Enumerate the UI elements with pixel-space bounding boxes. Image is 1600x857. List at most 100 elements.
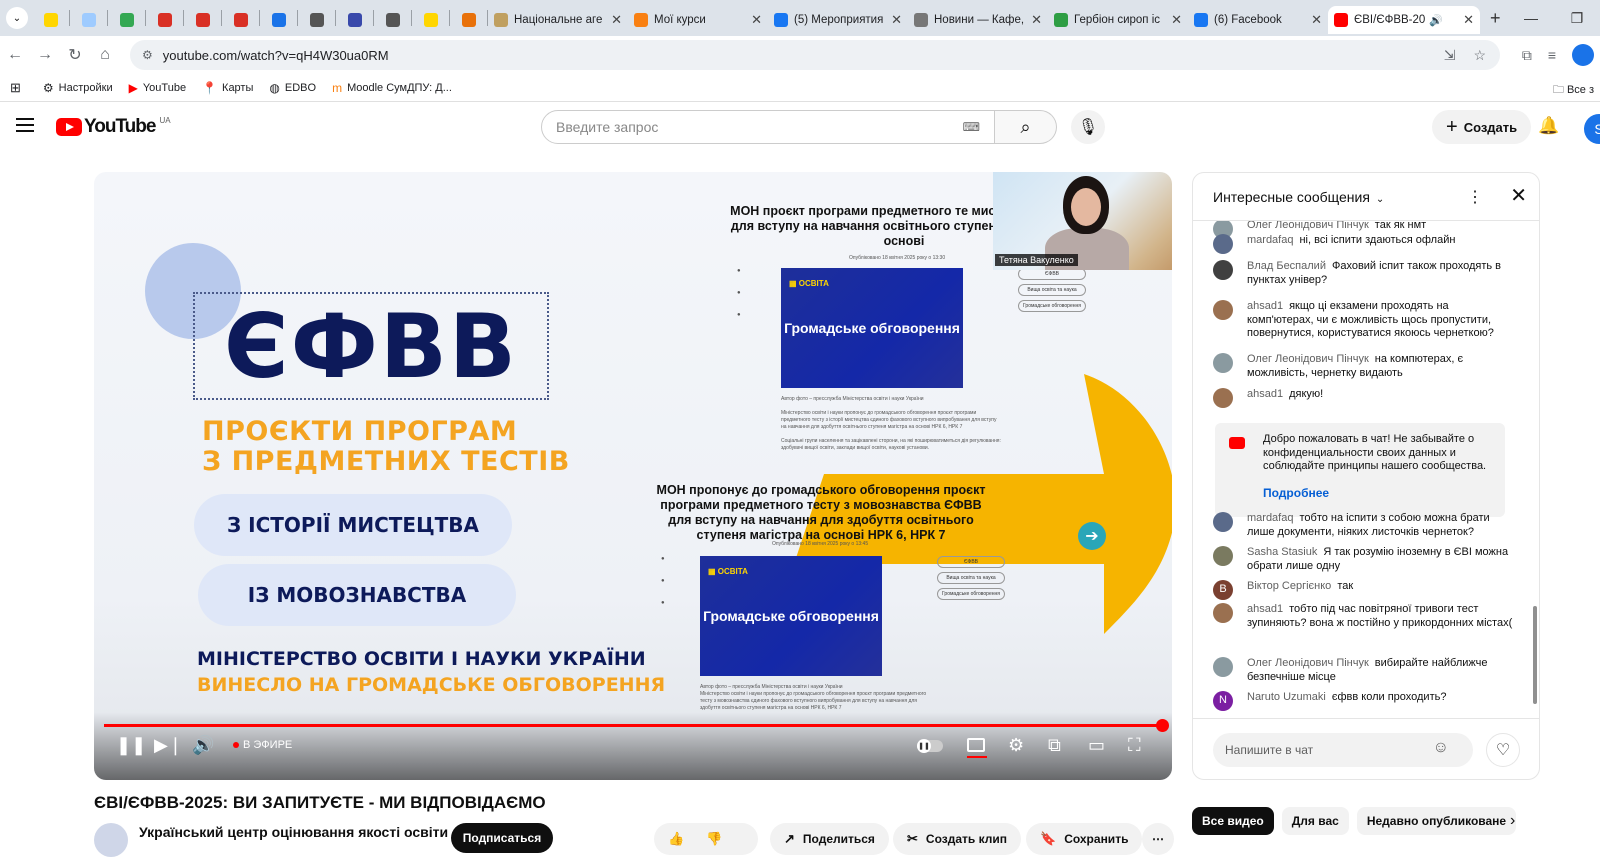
chat-author[interactable]: Naruto Uzumaki [1247,691,1326,703]
close-tab-icon[interactable]: ✕ [1459,12,1474,28]
subscribe-button[interactable]: Подписаться [451,823,553,853]
bookmark-item[interactable]: 📍 Карты [202,81,253,95]
share-button[interactable]: ↗ Поделиться [770,823,889,855]
avatar[interactable] [1213,260,1233,280]
new-tab-button[interactable]: + [1490,8,1501,29]
browser-tab[interactable]: (5) Мероприятия ✕ [768,6,908,34]
fullscreen-icon[interactable]: ⛶ [1128,733,1141,757]
subtitles-icon[interactable] [967,738,985,752]
browser-tab[interactable]: Гербіон сироп ic ✕ [1048,6,1188,34]
close-tab-icon[interactable]: ✕ [1307,12,1322,28]
browser-tab[interactable]: Мої курси ✕ [628,6,768,34]
filter-chip[interactable]: Для вас [1281,807,1349,835]
miniplayer-icon[interactable]: ⧉ [1048,733,1061,757]
avatar[interactable]: N [1213,691,1233,711]
chat-author[interactable]: Олег Леонідович Пінчук [1247,657,1369,669]
chat-author[interactable]: Віктор Сергієнко [1247,580,1331,592]
avatar[interactable] [1213,234,1233,254]
chevron-right-icon[interactable]: › [1510,812,1515,830]
avatar[interactable]: В [1213,580,1233,600]
profile-avatar[interactable] [1572,44,1594,66]
media-controls-icon[interactable]: ≡ [1548,47,1556,63]
browser-tab[interactable] [146,6,183,34]
avatar[interactable]: S [1584,114,1600,144]
avatar[interactable] [1213,353,1233,373]
autoplay-toggle[interactable]: ❚❚ [917,739,943,753]
pause-icon[interactable]: ❚❚ [116,733,146,757]
settings-gear-icon[interactable]: ⚙ [1008,733,1024,757]
chat-author[interactable]: ahsad1 [1247,603,1283,615]
address-bar[interactable]: ⚙ youtube.com/watch?v=qH4W30ua0RM ⇲ ☆ [130,40,1500,70]
browser-tab[interactable] [32,6,69,34]
install-app-icon[interactable]: ⇲ [1444,47,1456,64]
chat-author[interactable]: ahsad1 [1247,388,1283,400]
site-info-icon[interactable]: ⚙ [142,48,153,62]
browser-tab[interactable] [70,6,107,34]
create-button[interactable]: + Создать [1432,110,1532,144]
restore-icon[interactable]: ❐ [1554,10,1600,27]
menu-icon[interactable] [16,118,34,132]
avatar[interactable] [1213,388,1233,408]
close-tab-icon[interactable]: ✕ [1167,12,1182,28]
browser-tab[interactable] [298,6,335,34]
browser-tab[interactable] [412,6,449,34]
progress-scrubber[interactable] [1156,719,1169,732]
more-actions-icon[interactable]: ⋯ [1142,823,1174,855]
browser-tab[interactable] [374,6,411,34]
filter-chip[interactable]: Все видео [1192,807,1274,835]
chat-author[interactable]: Sasha Stasiuk [1247,546,1317,558]
youtube-logo[interactable]: YouTube UA [56,116,171,138]
channel-name[interactable]: Український центр оцінювання якості осві… [139,824,448,840]
browser-tab[interactable] [184,6,221,34]
close-tab-icon[interactable]: ✕ [747,12,762,28]
browser-tab[interactable] [450,6,487,34]
video-player[interactable]: ЄФВВ ПРОЄКТИ ПРОГРАМ З ПРЕДМЕТНИХ ТЕСТІВ… [94,172,1172,780]
chat-scrollbar[interactable] [1533,606,1537,704]
extensions-icon[interactable]: ⧉ [1522,47,1532,64]
theater-mode-icon[interactable]: ▭ [1088,733,1105,757]
chat-author[interactable]: Олег Леонідович Пінчук [1247,221,1369,231]
chat-author[interactable]: mardafaq [1247,234,1293,246]
next-video-icon[interactable]: ▶❘ [154,733,183,757]
filter-chip[interactable]: Недавно опубликоване [1356,807,1517,835]
chat-author[interactable]: Влад Беспалий [1247,260,1326,272]
close-tab-icon[interactable]: ✕ [887,12,902,28]
apps-grid-icon[interactable]: ⊞ [10,80,21,96]
bell-icon[interactable]: 🔔 [1538,116,1559,136]
like-dislike-button[interactable]: 👍 👎 [654,823,758,855]
browser-tab[interactable]: (6) Facebook ✕ [1188,6,1328,34]
close-tab-icon[interactable]: ✕ [607,12,622,28]
chat-author[interactable]: Олег Леонідович Пінчук [1247,353,1369,365]
bookmark-item[interactable]: m Moodle СумДПУ: Д... [332,81,452,95]
browser-tab[interactable] [336,6,373,34]
avatar[interactable] [1213,603,1233,623]
bookmark-item[interactable]: ⚙ Настройки [43,81,113,95]
audio-playing-icon[interactable]: 🔊 [1429,14,1443,27]
forward-icon[interactable]: → [30,46,60,64]
more-vert-icon[interactable]: ⋮ [1467,187,1483,207]
bookmark-item[interactable]: ▶ YouTube [129,81,186,95]
chat-input[interactable]: Напишите в чат ☺ [1213,733,1473,767]
avatar[interactable] [1213,300,1233,320]
avatar[interactable] [1213,512,1233,532]
search-button[interactable]: ⌕ [995,110,1057,144]
voice-search-button[interactable]: 🎙 [1071,110,1105,144]
browser-tab[interactable] [222,6,259,34]
chat-author[interactable]: ahsad1 [1247,300,1283,312]
chat-author[interactable]: mardafaq [1247,512,1293,524]
back-icon[interactable]: ← [0,46,30,64]
progress-bar[interactable] [104,724,1162,727]
browser-tab[interactable] [108,6,145,34]
save-button[interactable]: 🔖 Сохранить [1026,823,1143,855]
all-bookmarks[interactable]: 🗀 Все з [1553,81,1594,100]
channel-avatar[interactable] [94,823,128,857]
bookmark-star-icon[interactable]: ☆ [1473,47,1486,64]
close-icon[interactable]: ✕ [1510,183,1527,208]
clip-button[interactable]: ✂ Создать клип [893,823,1021,855]
search-input[interactable]: Введите запрос ⌨ [541,110,995,144]
learn-more-link[interactable]: Подробнее [1263,486,1329,500]
avatar[interactable] [1213,657,1233,677]
browser-tab[interactable]: Національне аге ✕ [488,6,628,34]
close-tab-icon[interactable]: ✕ [1027,12,1042,28]
browser-tab[interactable]: Новини — Кафе, ✕ [908,6,1048,34]
